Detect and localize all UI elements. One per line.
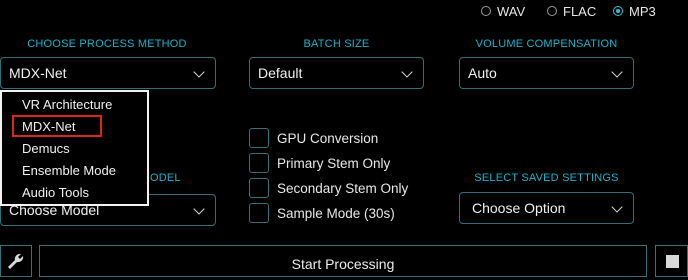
stop-icon	[666, 255, 679, 268]
saved-settings-header: SELECT SAVED SETTINGS	[474, 172, 619, 184]
format-radio-mp3[interactable]: MP3	[613, 2, 656, 20]
sample-mode-checkbox[interactable]	[249, 203, 269, 223]
primary-stem-only-label: Primary Stem Only	[277, 156, 391, 171]
batch-size-select[interactable]: Default	[249, 57, 424, 89]
radio-circle	[481, 6, 491, 16]
wrench-icon	[8, 253, 24, 269]
primary-stem-only-checkbox[interactable]	[249, 153, 269, 173]
process-method-select[interactable]: MDX-Net	[0, 57, 216, 89]
stop-button[interactable]	[655, 245, 688, 277]
process-method-value: MDX-Net	[9, 65, 67, 81]
volume-compensation-select[interactable]: Auto	[459, 57, 634, 89]
start-processing-button[interactable]: Start Processing	[39, 245, 647, 277]
saved-settings-select[interactable]: Choose Option	[459, 192, 634, 224]
chevron-down-icon	[193, 66, 205, 78]
format-label-mp3: MP3	[629, 3, 656, 19]
saved-settings-value: Choose Option	[472, 200, 566, 216]
chevron-down-icon	[193, 203, 205, 215]
gpu-conversion-label: GPU Conversion	[277, 131, 379, 146]
sample-mode-label: Sample Mode (30s)	[277, 206, 395, 221]
secondary-stem-only-label: Secondary Stem Only	[277, 181, 409, 196]
format-radio-wav[interactable]: WAV	[481, 2, 525, 20]
format-radio-flac[interactable]: FLAC	[547, 2, 596, 20]
dropdown-option-ensemble-mode[interactable]: Ensemble Mode	[22, 163, 116, 178]
settings-button[interactable]	[0, 245, 32, 277]
dropdown-option-vr-architecture[interactable]: VR Architecture	[22, 97, 112, 112]
model-header: ODEL	[150, 172, 181, 184]
dropdown-option-mdx-net[interactable]: MDX-Net	[22, 119, 75, 134]
process-method-dropdown: VR Architecture MDX-Net Demucs Ensemble …	[0, 90, 149, 206]
chevron-down-icon	[611, 201, 623, 213]
start-processing-label: Start Processing	[291, 256, 395, 272]
dropdown-option-audio-tools[interactable]: Audio Tools	[22, 185, 89, 200]
process-method-header: CHOOSE PROCESS METHOD	[27, 38, 187, 50]
chevron-down-icon	[611, 66, 623, 78]
secondary-stem-only-checkbox[interactable]	[249, 178, 269, 198]
batch-size-header: BATCH SIZE	[303, 38, 370, 50]
gpu-conversion-checkbox[interactable]	[249, 128, 269, 148]
batch-size-value: Default	[258, 65, 303, 81]
volume-compensation-header: VOLUME COMPENSATION	[475, 38, 618, 50]
radio-circle	[547, 6, 557, 16]
format-label-flac: FLAC	[563, 3, 597, 19]
volume-compensation-value: Auto	[468, 65, 497, 81]
radio-circle-selected	[613, 6, 623, 16]
format-label-wav: WAV	[497, 3, 526, 19]
chevron-down-icon	[401, 66, 413, 78]
dropdown-option-demucs[interactable]: Demucs	[22, 141, 70, 156]
